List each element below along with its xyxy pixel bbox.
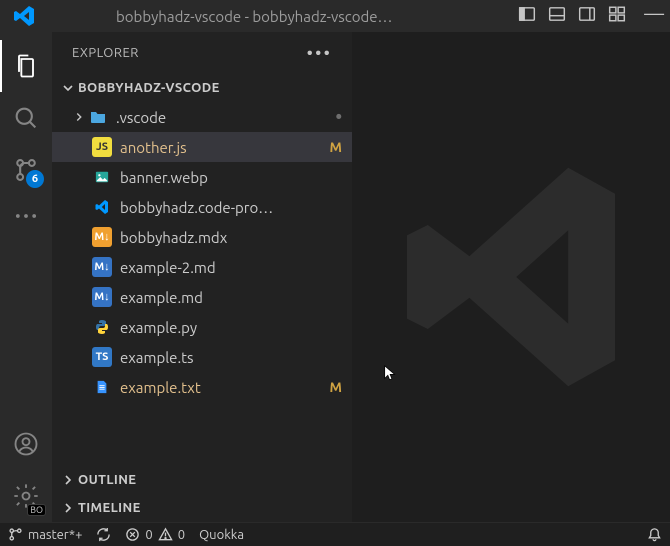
outline-label: OUTLINE bbox=[78, 473, 136, 487]
manage-badge: BO bbox=[27, 504, 46, 516]
scm-badge: 6 bbox=[26, 170, 44, 188]
vscode-file-icon bbox=[92, 197, 112, 217]
file-row[interactable]: banner.webp bbox=[52, 162, 352, 192]
status-bar: master*+ 0 0 Quokka bbox=[0, 522, 670, 546]
branch-name: master*+ bbox=[28, 528, 82, 542]
bell-icon bbox=[647, 527, 662, 542]
folder-file-icon bbox=[88, 107, 108, 127]
git-decoration: • bbox=[335, 107, 342, 127]
file-name: bobbyhadz.code-pro… bbox=[120, 199, 342, 216]
mdx-file-icon: M↓ bbox=[92, 227, 112, 247]
git-decoration: M bbox=[330, 139, 342, 155]
vscode-logo-icon bbox=[12, 4, 36, 28]
outline-section-header[interactable]: OUTLINE bbox=[52, 466, 352, 494]
chevron-right-icon bbox=[60, 472, 76, 488]
js-file-icon: JS bbox=[92, 137, 112, 157]
explorer-title: EXPLORER bbox=[72, 46, 139, 60]
file-name: bobbyhadz.mdx bbox=[120, 229, 342, 246]
toggle-primary-sidebar-icon[interactable] bbox=[518, 5, 536, 27]
status-problems[interactable]: 0 0 bbox=[125, 527, 185, 542]
ts-file-icon: TS bbox=[92, 347, 112, 367]
file-name: example-2.md bbox=[120, 259, 342, 276]
chevron-down-icon bbox=[60, 80, 76, 96]
toggle-secondary-sidebar-icon[interactable] bbox=[578, 5, 596, 27]
file-row[interactable]: example.txt M bbox=[52, 372, 352, 402]
folder-row[interactable]: .vscode • bbox=[52, 102, 352, 132]
explorer-sidebar: EXPLORER ••• BOBBYHADZ-VSCODE .vscode • JS… bbox=[52, 32, 352, 522]
editor-area bbox=[352, 32, 670, 522]
status-sync[interactable] bbox=[96, 527, 111, 542]
activity-explorer[interactable] bbox=[0, 40, 52, 92]
error-icon bbox=[125, 527, 140, 542]
warning-count: 0 bbox=[178, 528, 185, 542]
minimize-icon[interactable]: — bbox=[644, 1, 664, 24]
project-section-header[interactable]: BOBBYHADZ-VSCODE bbox=[52, 74, 352, 102]
file-row[interactable]: example.py bbox=[52, 312, 352, 342]
vscode-watermark-icon bbox=[381, 147, 641, 407]
warning-icon bbox=[158, 527, 173, 542]
chevron-right-icon bbox=[70, 110, 88, 124]
project-name: BOBBYHADZ-VSCODE bbox=[78, 81, 220, 95]
py-file-icon bbox=[92, 317, 112, 337]
activity-manage[interactable]: BO bbox=[0, 470, 52, 522]
txt-file-icon bbox=[92, 377, 112, 397]
git-decoration: M bbox=[330, 379, 342, 395]
layout-controls bbox=[518, 5, 626, 27]
customize-layout-icon[interactable] bbox=[608, 5, 626, 27]
file-name: example.txt bbox=[120, 379, 324, 396]
img-file-icon bbox=[92, 167, 112, 187]
file-name: .vscode bbox=[116, 109, 329, 126]
window-title: bobbyhadz-vscode - bobbyhadz-vscode… bbox=[116, 8, 393, 25]
timeline-section-header[interactable]: TIMELINE bbox=[52, 494, 352, 522]
explorer-header: EXPLORER ••• bbox=[52, 32, 352, 74]
toggle-panel-icon[interactable] bbox=[548, 5, 566, 27]
file-row[interactable]: M↓ example.md bbox=[52, 282, 352, 312]
activity-more[interactable] bbox=[0, 196, 52, 236]
branch-icon bbox=[8, 527, 23, 542]
file-row[interactable]: M↓ example-2.md bbox=[52, 252, 352, 282]
md-file-icon: M↓ bbox=[92, 287, 112, 307]
error-count: 0 bbox=[145, 528, 152, 542]
file-name: example.md bbox=[120, 289, 342, 306]
status-quokka[interactable]: Quokka bbox=[199, 528, 244, 542]
md-file-icon: M↓ bbox=[92, 257, 112, 277]
activity-bar: 6 BO bbox=[0, 32, 52, 522]
title-bar: bobbyhadz-vscode - bobbyhadz-vscode… — bbox=[0, 0, 670, 32]
chevron-right-icon bbox=[60, 500, 76, 516]
activity-search[interactable] bbox=[0, 92, 52, 144]
file-name: example.py bbox=[120, 319, 342, 336]
timeline-label: TIMELINE bbox=[78, 501, 141, 515]
file-row[interactable]: TS example.ts bbox=[52, 342, 352, 372]
file-row[interactable]: M↓ bobbyhadz.mdx bbox=[52, 222, 352, 252]
status-branch[interactable]: master*+ bbox=[8, 527, 82, 542]
file-row[interactable]: JS another.js M bbox=[52, 132, 352, 162]
file-tree: .vscode • JS another.js Mbanner.webp bobbyhad… bbox=[52, 102, 352, 466]
file-name: example.ts bbox=[120, 349, 342, 366]
file-name: another.js bbox=[120, 139, 324, 156]
sync-icon bbox=[96, 527, 111, 542]
explorer-more-icon[interactable]: ••• bbox=[307, 43, 332, 63]
status-notifications[interactable] bbox=[647, 527, 662, 542]
activity-accounts[interactable] bbox=[0, 418, 52, 470]
activity-source-control[interactable]: 6 bbox=[0, 144, 52, 196]
file-name: banner.webp bbox=[120, 169, 342, 186]
file-row[interactable]: bobbyhadz.code-pro… bbox=[52, 192, 352, 222]
